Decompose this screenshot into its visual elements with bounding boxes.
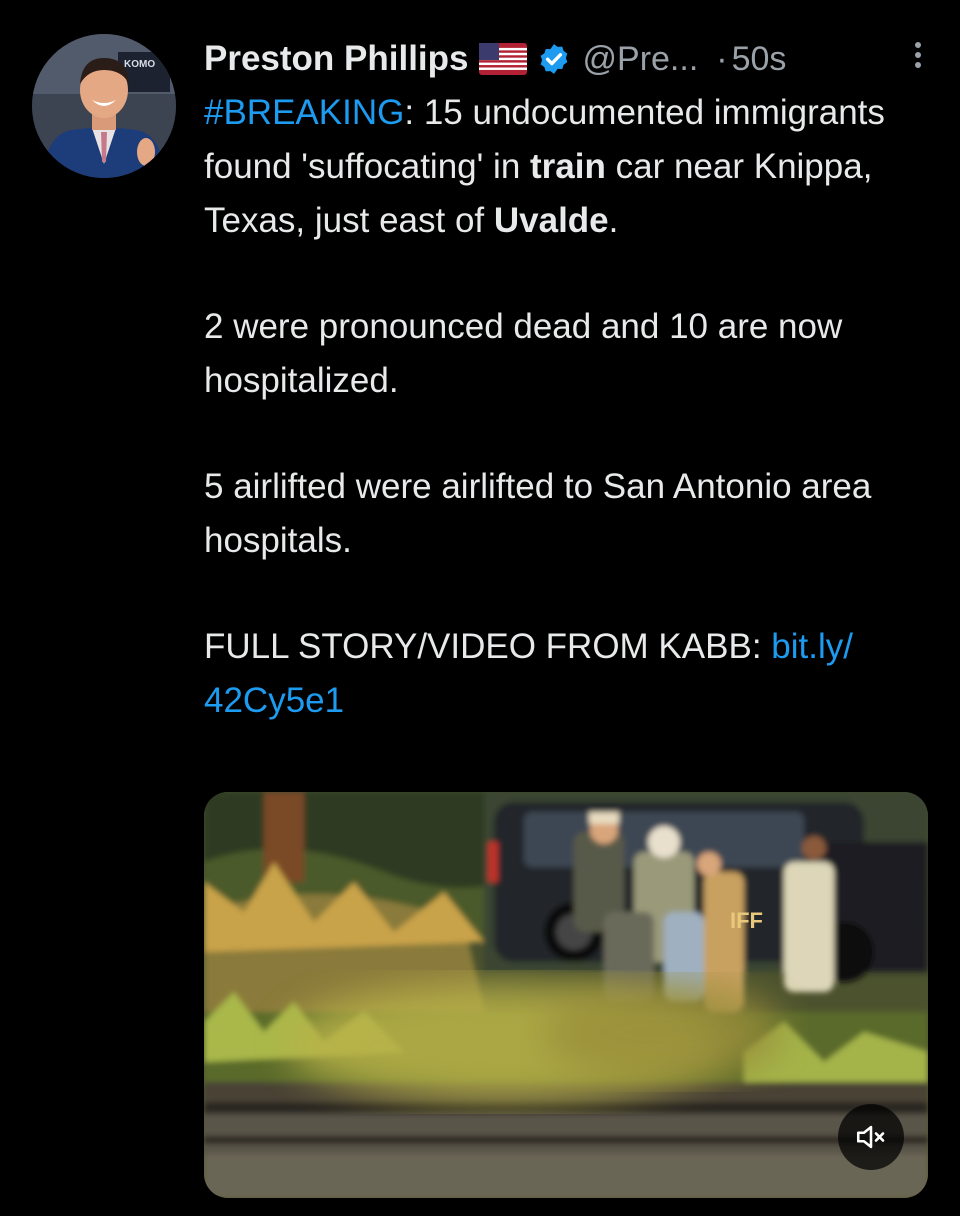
video-frame: IFF [204,792,928,1198]
avatar-photo: KOMO [32,34,176,178]
author-name[interactable]: Preston Phillips [204,39,469,79]
tweet-paragraph-3: 5 airlifted were airlifted to San Antoni… [204,467,872,560]
tweet-paragraph-2: 2 were pronounced dead and 10 are now ho… [204,307,843,400]
speaker-muted-icon [856,1125,885,1149]
bold-word-uvalde: Uvalde [493,201,609,240]
tweet-paragraph-4: FULL STORY/VIDEO FROM KABB: bit.ly/ 42Cy… [204,620,934,728]
us-flag-icon [478,43,527,75]
tweet-text-segment: . [608,201,619,240]
vehicle-door-text: IFF [730,908,763,933]
tweet-text-segment: FULL STORY/VIDEO FROM KABB: [204,627,772,666]
verified-badge-icon [537,42,571,76]
tweet-header: Preston Phillips @Pre... · 50s [204,34,934,84]
tweet-text: #BREAKING: 15 undocumented immigrants fo… [204,86,934,728]
author-avatar[interactable]: KOMO [32,34,176,178]
mute-toggle-button[interactable] [838,1104,904,1170]
hashtag-link[interactable]: #BREAKING [204,93,404,132]
bold-word-train: train [530,147,606,186]
avatar-badge-text: KOMO [124,59,155,70]
video-player[interactable]: IFF [204,792,928,1198]
hashtag-colon: : [404,93,415,132]
separator-dot: · [716,39,728,78]
tweet-paragraph-1: #BREAKING: 15 undocumented immigrants fo… [204,86,934,248]
more-vertical-icon[interactable] [908,38,928,78]
tweet-timestamp[interactable]: 50s [732,40,787,79]
author-handle[interactable]: @Pre... [583,40,699,79]
